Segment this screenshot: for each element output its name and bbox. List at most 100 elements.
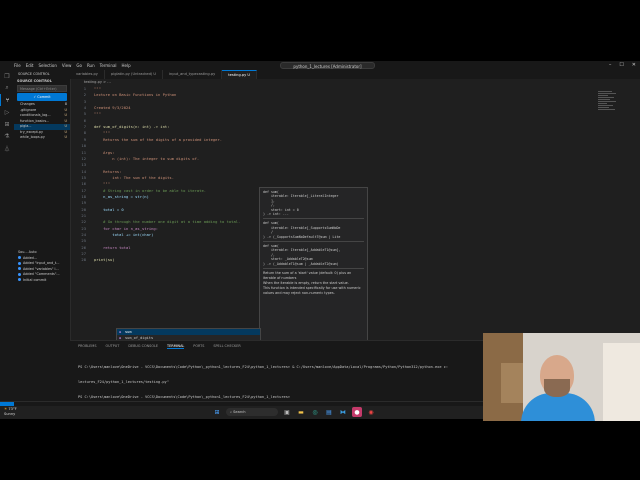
- menu-run[interactable]: Run: [87, 61, 95, 70]
- line-number: 6: [83, 117, 86, 123]
- sun-icon: ☀: [4, 407, 8, 411]
- line-number: 17: [81, 187, 86, 193]
- code-line: """: [94, 181, 111, 187]
- hover-doc: Return the sum of a 'start' value (defau…: [263, 271, 352, 281]
- line-number: 3: [83, 98, 86, 104]
- windows-start-icon[interactable]: ⊞: [212, 407, 222, 417]
- code-line: Returns the sum of the digits of a provi…: [94, 136, 223, 142]
- line-number: 23: [81, 225, 86, 231]
- store-icon[interactable]: ▤: [324, 407, 334, 417]
- code-line: # String cast in order to be able to ite…: [94, 187, 207, 193]
- terminal-line: PS C:\Users\manlove\OneDrive - VCCS\Docu…: [78, 395, 291, 399]
- line-number: 27: [81, 251, 86, 257]
- menu-go[interactable]: Go: [76, 61, 82, 70]
- vscode-icon[interactable]: ⧓: [338, 407, 348, 417]
- taskbar-search[interactable]: ⌕ Search: [226, 408, 278, 416]
- tab-ports[interactable]: PORTS: [193, 344, 204, 349]
- source-control-sidebar: SOURCE CONTROL SOURCE CONTROL Message (C…: [14, 70, 71, 401]
- tab-debug-console[interactable]: DEBUG CONSOLE: [128, 344, 158, 349]
- testing-icon[interactable]: ⚗: [0, 130, 14, 142]
- line-number: 7: [83, 124, 86, 130]
- weather-widget[interactable]: ☀ 73°F Sunny: [4, 407, 17, 417]
- menu-view[interactable]: View: [62, 61, 72, 70]
- tab-terminal[interactable]: TERMINAL: [167, 344, 185, 349]
- menu-file[interactable]: File: [14, 61, 21, 70]
- file-explorer-icon[interactable]: ▬: [296, 407, 306, 417]
- sidebar-title: SOURCE CONTROL: [18, 72, 50, 76]
- menu-help[interactable]: Help: [122, 61, 131, 70]
- line-number: 14: [81, 168, 86, 174]
- tab-spell-checker[interactable]: SPELL CHECKER: [213, 344, 240, 349]
- maximize-icon[interactable]: ☐: [619, 61, 623, 70]
- line-number: 20: [81, 206, 86, 212]
- tab-output[interactable]: OUTPUT: [106, 344, 120, 349]
- code-line: n_as_string = str(n): [94, 193, 149, 199]
- code-line: total = 0: [94, 206, 124, 212]
- line-number: 21: [81, 213, 86, 218]
- change-item[interactable]: while_loops.py U: [14, 135, 70, 141]
- code-line: """: [94, 111, 101, 117]
- menu-edit[interactable]: Edit: [26, 61, 34, 70]
- chrome-icon[interactable]: ◉: [366, 407, 376, 417]
- flask-icon[interactable]: ⏃: [0, 142, 14, 154]
- edge-icon[interactable]: ◎: [310, 407, 320, 417]
- run-debug-icon[interactable]: ▷: [0, 106, 14, 118]
- extensions-icon[interactable]: ⊞: [0, 118, 14, 130]
- line-number: 4: [83, 105, 86, 111]
- tab-variables[interactable]: variables.py: [70, 70, 105, 79]
- code-line: Lecture on Basic Functions in Python: [94, 92, 177, 98]
- weather-desc: Sunny: [4, 412, 16, 416]
- webcam-overlay: [483, 333, 640, 421]
- code-line: total += int(char): [94, 232, 154, 238]
- close-icon[interactable]: ✕: [632, 61, 636, 70]
- command-center[interactable]: python_1_lectures [Administrator]: [280, 62, 375, 69]
- minimap[interactable]: [598, 91, 618, 119]
- line-number: 16: [81, 181, 86, 187]
- obs-icon[interactable]: ●: [352, 407, 362, 417]
- code-line: print(su): [94, 257, 115, 263]
- commit-dot-icon: [18, 272, 21, 276]
- code-line: """: [94, 86, 101, 91]
- activity-bar: ❐ ⌕ ⑂ ▷ ⊞ ⚗ ⏃: [0, 70, 15, 401]
- taskbar-apps: ⊞ ⌕ Search ▣ ▬ ◎ ▤ ⧓ ● ◉: [212, 407, 376, 417]
- line-number: 19: [81, 200, 86, 206]
- breadcrumb[interactable]: testing.py > ...: [84, 80, 111, 84]
- terminal-line: lectures_F24/python_1_lectures/testing.p…: [78, 380, 169, 384]
- code-line: return total: [94, 244, 131, 250]
- commit-dot-icon: [18, 261, 21, 265]
- line-number: 28: [81, 257, 86, 263]
- commit-dot-icon: [18, 267, 21, 270]
- menu-selection[interactable]: Selection: [38, 61, 56, 70]
- explorer-icon[interactable]: ❐: [0, 70, 14, 82]
- search-icon[interactable]: ⌕: [0, 82, 14, 94]
- line-number: 11: [81, 149, 86, 155]
- menu-terminal[interactable]: Terminal: [100, 61, 117, 70]
- line-number: 24: [81, 232, 86, 238]
- line-number: 18: [81, 193, 86, 199]
- tab-input-and-typecasting[interactable]: input_and_typecasting.py: [163, 70, 223, 79]
- line-number: 9: [83, 136, 86, 142]
- terminal-line: PS C:\Users\manlove\OneDrive - VCCS\Docu…: [78, 365, 448, 369]
- code-line: Created 9/3/2024: [94, 105, 131, 111]
- line-number: 2: [83, 92, 86, 98]
- hover-signature: def sum( iterable: Iterable[_LiteralInte…: [263, 190, 339, 217]
- hover-doc: This function is intended specifically f…: [263, 286, 361, 296]
- weather-temp: 73°F: [8, 407, 17, 411]
- task-view-icon[interactable]: ▣: [282, 407, 292, 417]
- line-number: 5: [83, 111, 86, 117]
- code-line: Returns:: [94, 168, 122, 174]
- tab-testing[interactable]: testing.py U: [222, 70, 258, 79]
- line-number: 10: [81, 143, 86, 149]
- commit-message-input[interactable]: Message (Ctrl+Enter): [17, 85, 67, 92]
- tab-problems[interactable]: PROBLEMS: [78, 344, 97, 349]
- graph-item[interactable]: Initial commit: [14, 278, 70, 284]
- commit-button[interactable]: ✓ Commit: [17, 93, 67, 101]
- tab-piglatin[interactable]: piglatin.py (Untracked) U: [105, 70, 164, 79]
- window-controls: – ☐ ✕: [609, 61, 636, 70]
- sidebar-section[interactable]: SOURCE CONTROL: [14, 78, 70, 84]
- minimize-icon[interactable]: –: [609, 61, 612, 70]
- line-number: 26: [81, 244, 86, 250]
- editor-tabs: variables.py piglatin.py (Untracked) U i…: [70, 70, 640, 79]
- source-control-icon[interactable]: ⑂: [0, 94, 14, 106]
- line-number: 12: [81, 155, 86, 161]
